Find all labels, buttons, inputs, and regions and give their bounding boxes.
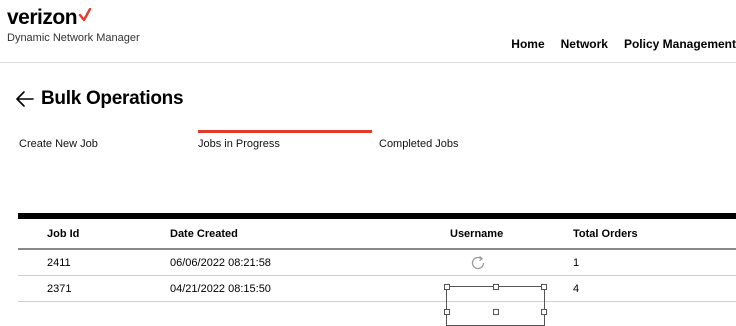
title-row: Bulk Operations	[15, 88, 184, 110]
brand[interactable]: verizon Dynamic Network Manager	[7, 6, 140, 44]
header-username[interactable]: Username	[450, 228, 503, 240]
page-title: Bulk Operations	[41, 88, 184, 109]
brand-logo[interactable]: verizon	[7, 6, 140, 30]
resize-handle[interactable]	[541, 284, 547, 290]
left-arrow-icon[interactable]	[15, 90, 35, 108]
resize-handle[interactable]	[493, 284, 499, 290]
tab-label: Create New Job	[19, 138, 98, 150]
table-row[interactable]: 2371 04/21/2022 08:15:50 4	[18, 276, 736, 302]
tab-label: Jobs in Progress	[198, 138, 280, 150]
resize-handle[interactable]	[493, 309, 499, 315]
top-nav: Home Network Policy Management	[495, 37, 736, 51]
rotate-icon[interactable]	[469, 254, 487, 272]
table-header-row: Job Id Date Created Username Total Order…	[18, 219, 736, 250]
resize-handle[interactable]	[444, 309, 450, 315]
brand-name: verizon	[7, 6, 78, 29]
active-tab-indicator	[198, 130, 372, 133]
nav-network[interactable]: Network	[561, 37, 608, 51]
tab-create-new-job[interactable]: Create New Job	[0, 130, 180, 160]
cell-total-orders: 4	[573, 282, 580, 295]
cell-job-id: 2371	[47, 282, 72, 295]
brand-subtitle: Dynamic Network Manager	[7, 32, 140, 44]
tab-bar: Create New Job Jobs in Progress Complete…	[0, 130, 736, 160]
cell-date-created: 04/21/2022 08:15:50	[170, 282, 271, 295]
header: verizon Dynamic Network Manager Home Net…	[0, 0, 736, 63]
cell-job-id: 2411	[47, 256, 71, 269]
tab-label: Completed Jobs	[379, 138, 459, 150]
tab-completed-jobs[interactable]: Completed Jobs	[379, 130, 559, 160]
header-total-orders[interactable]: Total Orders	[573, 228, 638, 240]
header-date-created[interactable]: Date Created	[170, 228, 238, 240]
jobs-table: Job Id Date Created Username Total Order…	[18, 213, 736, 302]
checkmark-icon	[78, 8, 92, 22]
tab-jobs-in-progress[interactable]: Jobs in Progress	[198, 130, 372, 160]
resize-handle[interactable]	[541, 309, 547, 315]
resize-handle[interactable]	[444, 284, 450, 290]
header-job-id[interactable]: Job Id	[47, 228, 79, 240]
table-row[interactable]: 2411 06/06/2022 08:21:58 1	[18, 250, 736, 276]
cell-date-created: 06/06/2022 08:21:58	[170, 256, 271, 269]
nav-home[interactable]: Home	[511, 37, 544, 51]
nav-policy-management[interactable]: Policy Management	[624, 37, 736, 51]
cell-total-orders: 1	[573, 256, 580, 269]
selection-box[interactable]	[444, 284, 547, 326]
